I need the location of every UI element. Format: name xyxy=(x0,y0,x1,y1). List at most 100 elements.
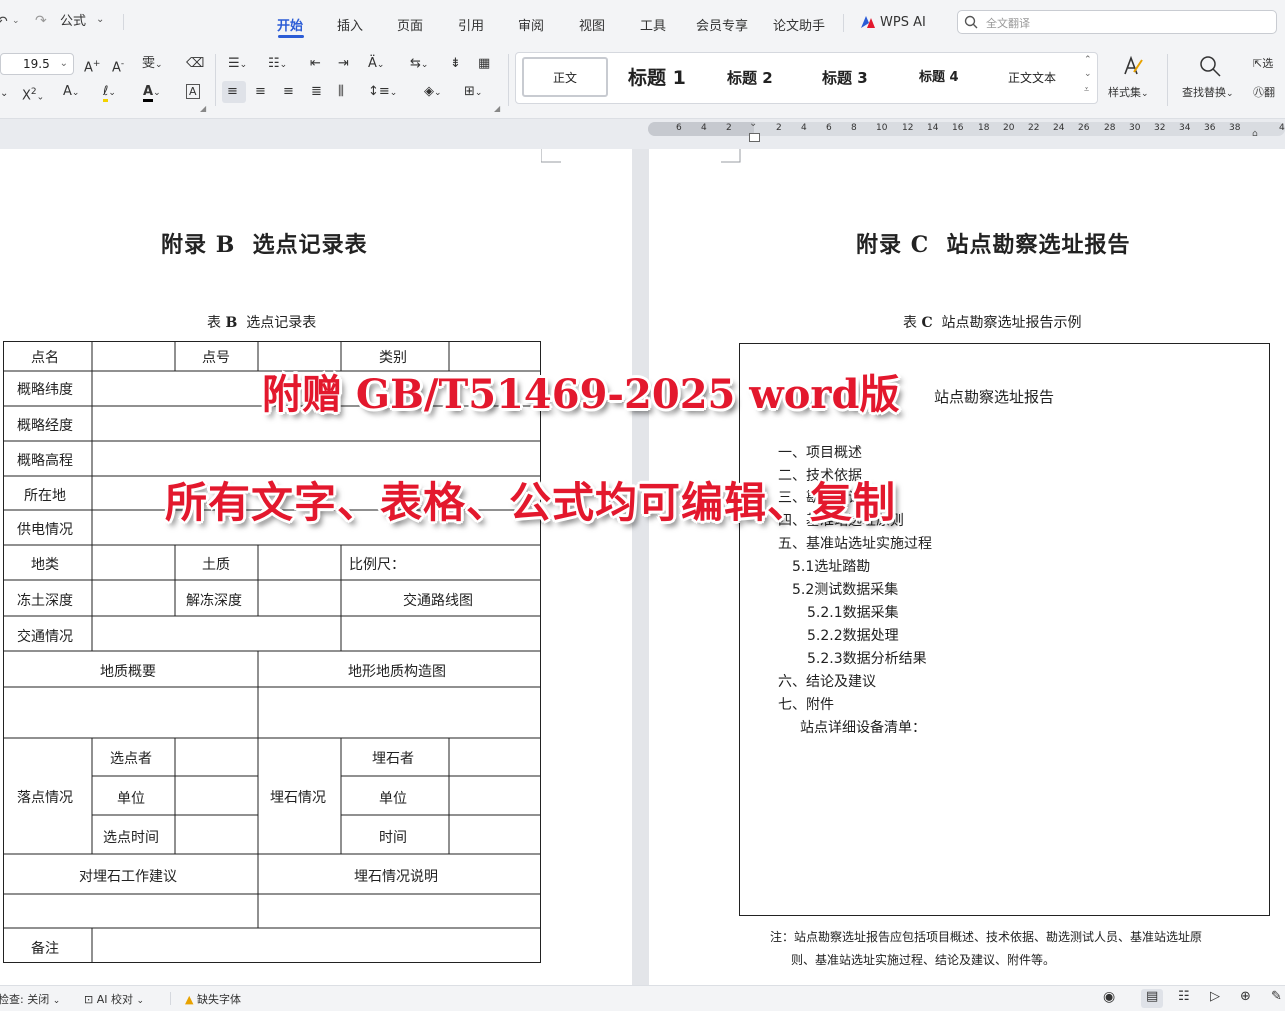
style-heading-3[interactable]: 标题 3 xyxy=(822,53,868,103)
cell-land-type: 地类 xyxy=(31,557,59,573)
page-appendix-b[interactable]: 附录 B 选点记录表 表 B 选点记录表 点名 点号 类别 概略纬度 概略经度 … xyxy=(0,149,632,985)
tab-page[interactable]: 页面 xyxy=(397,15,423,34)
page-appendix-c[interactable]: 附录 C 站点勘察选址报告 表 C 站点勘察选址报告示例 站点勘察选址报告 一、… xyxy=(649,149,1285,985)
cell-burier: 埋石者 xyxy=(372,751,414,767)
eye-protection-icon[interactable]: ◉ xyxy=(1103,989,1115,1005)
text-effect-icon[interactable]: A⌄ xyxy=(63,84,79,101)
justify-icon[interactable]: ≣ xyxy=(311,84,322,100)
outdent-icon[interactable]: ⇤ xyxy=(310,56,321,72)
char-border-icon[interactable]: A xyxy=(186,84,200,100)
ai-proof-icon: ⊡ xyxy=(84,993,94,1006)
scroll-down-icon[interactable]: ⌄ xyxy=(1084,69,1092,79)
outline-item: 站点详细设备清单： xyxy=(800,720,926,736)
numbered-list-icon[interactable]: ☷⌄ xyxy=(268,56,287,73)
cell-select-time: 选点时间 xyxy=(103,830,159,846)
crop-mark-icon xyxy=(721,149,741,163)
align-right-icon[interactable]: ≡ xyxy=(283,84,294,100)
horizontal-ruler[interactable]: ⌄ ⌂ 6 4 2 2 4 6 8 10 12 14 16 18 20 22 24 26 28 30 32 34 36 3… xyxy=(648,118,1285,142)
expand-corner-icon[interactable]: ◢ xyxy=(494,104,500,113)
font-size-select[interactable]: 19.5 ⌄ xyxy=(0,53,74,75)
cell-traffic-map: 交通路线图 xyxy=(403,593,473,609)
page-gap xyxy=(632,149,649,985)
chevron-down-icon: ⌄ xyxy=(59,58,68,69)
font-color-icon[interactable]: A⌄ xyxy=(143,84,161,102)
tab-wps-ai[interactable]: WPS AI xyxy=(880,15,926,30)
decrease-font-icon[interactable]: A- xyxy=(112,56,124,76)
table-grid-icon[interactable]: ▦ xyxy=(478,56,490,72)
outline-view-icon[interactable]: ☷ xyxy=(1178,989,1190,1004)
find-replace-button[interactable]: 查找替换⌄ xyxy=(1182,85,1234,102)
search-input[interactable] xyxy=(984,14,1268,32)
translate-button[interactable]: ㊇翻 xyxy=(1253,85,1275,101)
cell-unit: 单位 xyxy=(117,791,145,807)
tab-tools[interactable]: 工具 xyxy=(640,15,666,34)
style-set-button[interactable]: 样式集⌄ xyxy=(1108,85,1149,102)
tab-reference[interactable]: 引用 xyxy=(458,15,484,34)
redo-icon[interactable]: ↷ xyxy=(35,13,47,29)
style-body-text[interactable]: 正文文本 xyxy=(1008,53,1056,103)
eraser-icon[interactable]: ⌫ xyxy=(186,56,204,72)
read-mode-icon[interactable]: ▷ xyxy=(1210,989,1220,1004)
tab-home[interactable]: 开始 xyxy=(277,15,303,34)
cell-approx-lon: 概略经度 xyxy=(17,418,73,434)
style-heading-1[interactable]: 标题 1 xyxy=(628,53,686,103)
find-icon[interactable] xyxy=(1198,54,1222,82)
ruler-number: 4 xyxy=(701,123,707,133)
ruler-number: 4 xyxy=(801,123,807,133)
tab-member[interactable]: 会员专享 xyxy=(696,15,748,34)
indent-marker-icon[interactable]: ⌄ xyxy=(749,118,757,129)
search-box[interactable] xyxy=(957,10,1277,34)
appendix-b-title: 附录 B 选点记录表 xyxy=(161,232,368,258)
ruler-number: 4 xyxy=(1279,123,1285,133)
outline-item: 5.2.1数据采集 xyxy=(807,605,899,621)
web-view-icon[interactable]: ⊕ xyxy=(1240,989,1251,1004)
chevron-down-icon[interactable]: ⌄ xyxy=(0,86,8,102)
distributed-icon[interactable]: ⫼ xyxy=(338,84,344,100)
tab-insert[interactable]: 插入 xyxy=(337,15,363,34)
dropdown-arrow-icon[interactable]: ⌄ xyxy=(96,14,104,25)
pen-icon[interactable]: ✎ xyxy=(1271,989,1282,1004)
indent-marker-icon[interactable] xyxy=(749,133,760,142)
style-heading-2[interactable]: 标题 2 xyxy=(727,53,773,103)
cell-thaw-depth: 解冻深度 xyxy=(186,593,242,609)
border-icon[interactable]: ⊞⌄ xyxy=(464,84,482,101)
formula-button[interactable]: 公式 xyxy=(60,14,86,30)
tab-view[interactable]: 视图 xyxy=(579,15,605,34)
style-normal[interactable]: 正文 xyxy=(522,57,608,97)
bullet-list-icon[interactable]: ☰⌄ xyxy=(228,56,247,73)
phonetic-guide-icon[interactable]: 雯⌄ xyxy=(142,56,163,73)
cell-burying-desc: 埋石情况说明 xyxy=(354,869,438,885)
tab-review[interactable]: 审阅 xyxy=(518,15,544,34)
dropdown-arrow-icon[interactable]: ⌄ xyxy=(12,16,20,26)
scroll-up-icon[interactable]: ⌃ xyxy=(1084,55,1092,65)
superscript-icon[interactable]: X2⌄ xyxy=(22,84,44,105)
ruler-number: 2 xyxy=(726,123,732,133)
increase-font-icon[interactable]: A+ xyxy=(84,56,100,76)
align-center-icon[interactable]: ≡ xyxy=(255,84,266,100)
shading-icon[interactable]: ◈⌄ xyxy=(424,84,442,101)
select-button[interactable]: ⇱选 xyxy=(1253,56,1273,72)
ruler-number: 6 xyxy=(676,123,682,133)
ruler-number: 32 xyxy=(1154,123,1166,133)
style-set-icon[interactable] xyxy=(1120,54,1144,82)
right-indent-marker-icon[interactable]: ⌂ xyxy=(1252,129,1258,139)
cell-selector: 选点者 xyxy=(110,751,152,767)
ai-proofread-button[interactable]: ⊡ AI 校对 ⌄ xyxy=(84,991,144,1007)
spell-check-status[interactable]: 检查: 关闭 ⌄ xyxy=(0,991,60,1007)
text-direction-icon[interactable]: Ä⌄ xyxy=(368,56,384,73)
style-heading-4[interactable]: 标题 4 xyxy=(919,53,959,103)
outline-item: 5.1选址踏勘 xyxy=(792,559,871,575)
ruler-number: 18 xyxy=(978,123,990,133)
undo-icon[interactable]: ↶ xyxy=(0,14,8,30)
highlight-icon[interactable]: ℓ⌄ xyxy=(103,84,116,102)
line-break-icon[interactable]: ⇟ xyxy=(450,56,461,72)
ribbon-toolbar: 19.5 ⌄ A+ A- 雯⌄ ⌫ ⌄ X2⌄ A⌄ ℓ⌄ A⌄ A ◢ ☰⌄ ☷… xyxy=(0,44,1285,119)
line-spacing-icon[interactable]: ↕≡⌄ xyxy=(368,84,397,101)
ruler-number: 6 xyxy=(826,123,832,133)
expand-corner-icon[interactable]: ◢ xyxy=(200,104,206,113)
sort-icon[interactable]: ⇆⌄ xyxy=(410,56,428,73)
missing-font-button[interactable]: ▲ 缺失字体 xyxy=(185,991,241,1007)
more-styles-icon[interactable]: ⩡ xyxy=(1084,85,1089,95)
indent-icon[interactable]: ⇥ xyxy=(338,56,349,72)
tab-paper-assistant[interactable]: 论文助手 xyxy=(773,15,825,34)
